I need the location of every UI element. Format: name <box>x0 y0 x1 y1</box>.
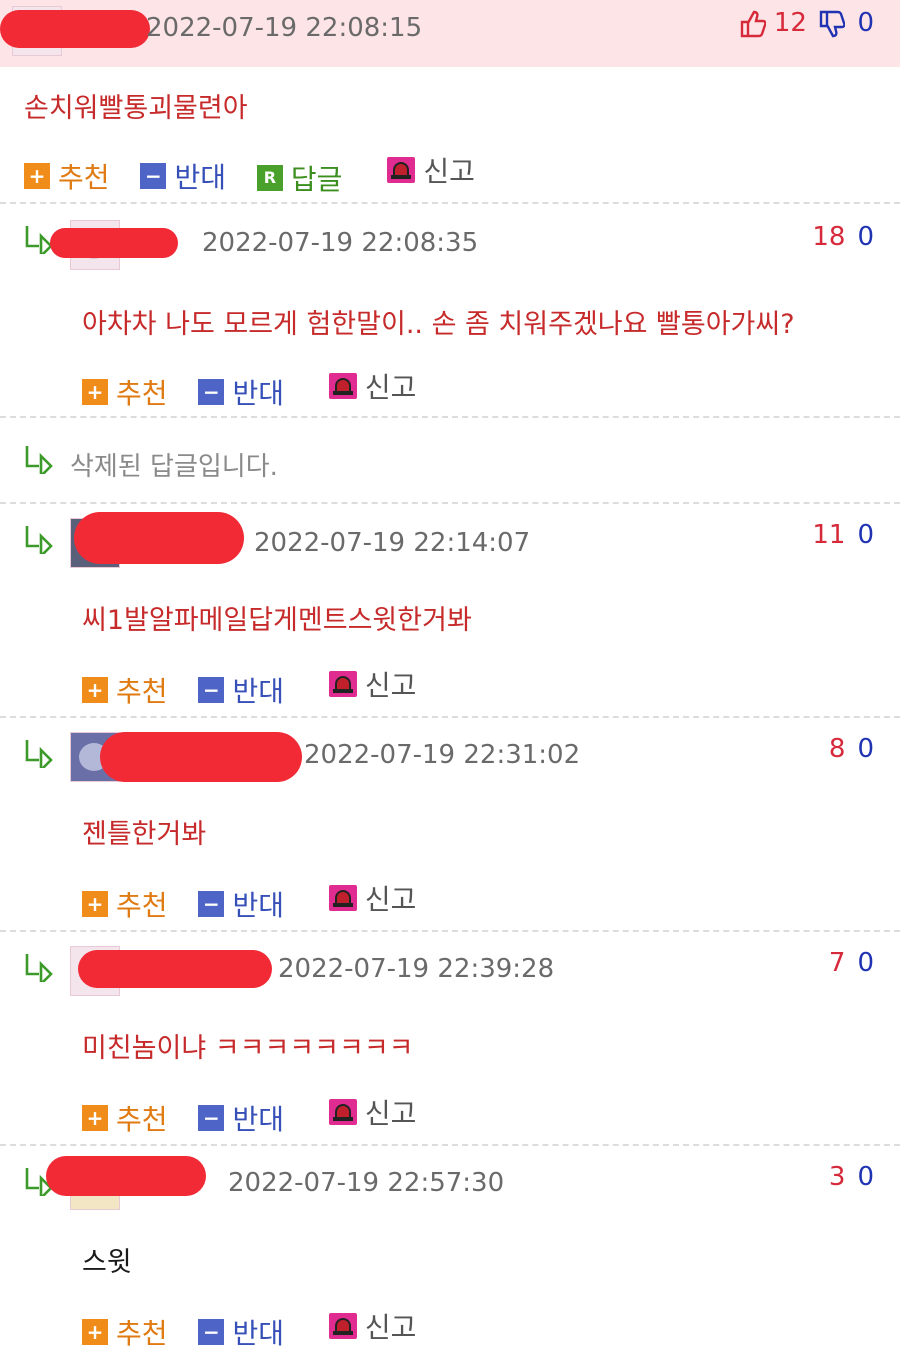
username-redaction <box>50 228 178 258</box>
comment-actions: + 추천 − 반대 신고 <box>82 664 438 708</box>
deleted-notice: 삭제된 답글입니다. <box>70 452 278 482</box>
downvote-count: 0 <box>857 222 874 252</box>
comment-actions: + 추천 − 반대 신고 <box>82 1092 438 1136</box>
report-button[interactable]: 신고 <box>387 150 475 190</box>
downvote-count: 0 <box>857 734 874 764</box>
downvote-count: 0 <box>857 1162 874 1192</box>
reply-item-deleted: 삭제된 답글입니다. <box>0 418 900 502</box>
oppose-button[interactable]: − 반대 <box>198 372 284 412</box>
siren-icon <box>387 157 416 183</box>
vote-counts: 11 0 <box>812 520 874 550</box>
comment-actions: + 추천 − 반대 신고 <box>82 878 438 922</box>
plus-icon: + <box>24 163 50 189</box>
report-button[interactable]: 신고 <box>328 1092 416 1132</box>
upvote-count: 11 <box>812 520 846 550</box>
reply-icon: R <box>256 165 283 191</box>
oppose-button[interactable]: − 반대 <box>140 156 226 196</box>
recommend-button[interactable]: + 추천 <box>82 372 168 412</box>
comment-date: 2022-07-19 22:57:30 <box>228 1168 505 1198</box>
report-button[interactable]: 신고 <box>328 664 416 704</box>
reply-arrow-icon <box>25 526 53 554</box>
vote-counts: 70 <box>829 948 874 978</box>
vote-counts: 12 0 <box>740 8 874 38</box>
siren-icon <box>328 1313 357 1339</box>
thumbs-down-icon[interactable] <box>819 10 846 38</box>
siren-icon <box>328 1099 357 1125</box>
reply-arrow-icon <box>25 446 53 474</box>
username-redaction <box>78 950 272 988</box>
plus-icon: + <box>82 379 108 405</box>
upvote-count: 18 <box>812 222 846 252</box>
siren-icon <box>328 671 357 697</box>
minus-icon: − <box>140 163 167 189</box>
downvote-count: 0 <box>857 8 874 38</box>
minus-icon: − <box>198 677 225 703</box>
comment-text: 손치워빨통괴물련아 <box>24 93 248 124</box>
comment-actions: + 추천 − 반대 R 답글 신고 <box>24 150 497 196</box>
upvote-count: 8 <box>828 734 846 764</box>
comment-date: 2022-07-19 22:31:02 <box>304 740 581 770</box>
recommend-button[interactable]: + 추천 <box>24 156 110 196</box>
username-redaction <box>0 10 150 48</box>
minus-icon: − <box>198 1105 225 1131</box>
downvote-count: 0 <box>857 520 874 550</box>
siren-icon <box>328 373 357 399</box>
downvote-count: 0 <box>857 948 874 978</box>
report-button[interactable]: 신고 <box>328 366 416 406</box>
comment-header: 2022-07-19 22:08:15 12 0 <box>0 0 900 67</box>
top-comment: 2022-07-19 22:08:15 12 0 손치워빨통괴물련아 + 추천 −… <box>0 0 900 210</box>
minus-icon: − <box>198 1319 225 1345</box>
recommend-button[interactable]: + 추천 <box>82 1098 168 1138</box>
comment-date: 2022-07-19 22:14:07 <box>254 528 531 558</box>
comment-date: 2022-07-19 22:39:28 <box>278 954 555 984</box>
upvote-count: 7 <box>828 948 846 978</box>
minus-icon: − <box>198 379 225 405</box>
reply-button[interactable]: R 답글 <box>256 158 342 198</box>
minus-icon: − <box>198 891 225 917</box>
comment-text: 젠틀한거봐 <box>82 819 207 850</box>
comment-actions: + 추천 − 반대 신고 <box>82 1306 438 1350</box>
report-button[interactable]: 신고 <box>328 878 416 918</box>
reply-item: 2022-07-19 22:39:28 70 미친놈이냐 ㅋㅋㅋㅋㅋㅋㅋㅋ + 추… <box>0 932 900 1144</box>
comment-date: 2022-07-19 22:08:15 <box>146 13 423 43</box>
plus-icon: + <box>82 891 108 917</box>
reply-item: 2022-07-19 22:14:07 11 0 씨1발알파메일답게멘트스윗한거봐… <box>0 504 900 716</box>
plus-icon: + <box>82 1319 108 1345</box>
vote-counts: 80 <box>829 734 874 764</box>
report-button[interactable]: 신고 <box>328 1306 416 1346</box>
oppose-button[interactable]: − 반대 <box>198 884 284 924</box>
reply-arrow-icon <box>25 740 53 768</box>
username-redaction <box>100 732 302 782</box>
username-redaction <box>74 512 244 564</box>
oppose-button[interactable]: − 반대 <box>198 1098 284 1138</box>
comment-text: 미친놈이냐 ㅋㅋㅋㅋㅋㅋㅋㅋ <box>82 1033 414 1064</box>
recommend-button[interactable]: + 추천 <box>82 670 168 710</box>
vote-counts: 18 0 <box>812 222 874 252</box>
siren-icon <box>328 885 357 911</box>
username-redaction <box>46 1156 206 1196</box>
comment-text: 씨1발알파메일답게멘트스윗한거봐 <box>82 605 472 636</box>
comment-text: 아차차 나도 모르게 험한말이.. 손 좀 치워주겠나요 빨통아가씨? <box>82 309 795 340</box>
recommend-button[interactable]: + 추천 <box>82 884 168 924</box>
plus-icon: + <box>82 677 108 703</box>
reply-item: 2022-07-19 22:31:02 80 젠틀한거봐 + 추천 − 반대 신고 <box>0 718 900 930</box>
recommend-button[interactable]: + 추천 <box>82 1312 168 1352</box>
reply-item: 2022-07-19 22:08:35 18 0 아차차 나도 모르게 험한말이.… <box>0 204 900 418</box>
upvote-count: 3 <box>828 1162 846 1192</box>
upvote-count: 12 <box>773 8 807 38</box>
thumbs-up-icon[interactable] <box>740 10 766 38</box>
reply-item: 2022-07-19 22:57:30 30 스윗 + 추천 − 반대 신고 <box>0 1146 900 1350</box>
comment-actions: + 추천 − 반대 신고 <box>82 366 438 410</box>
plus-icon: + <box>82 1105 108 1131</box>
reply-arrow-icon <box>25 954 53 982</box>
oppose-button[interactable]: − 반대 <box>198 670 284 710</box>
comment-date: 2022-07-19 22:08:35 <box>202 228 479 258</box>
oppose-button[interactable]: − 반대 <box>198 1312 284 1352</box>
vote-counts: 30 <box>829 1162 874 1192</box>
comment-text: 스윗 <box>82 1247 132 1278</box>
